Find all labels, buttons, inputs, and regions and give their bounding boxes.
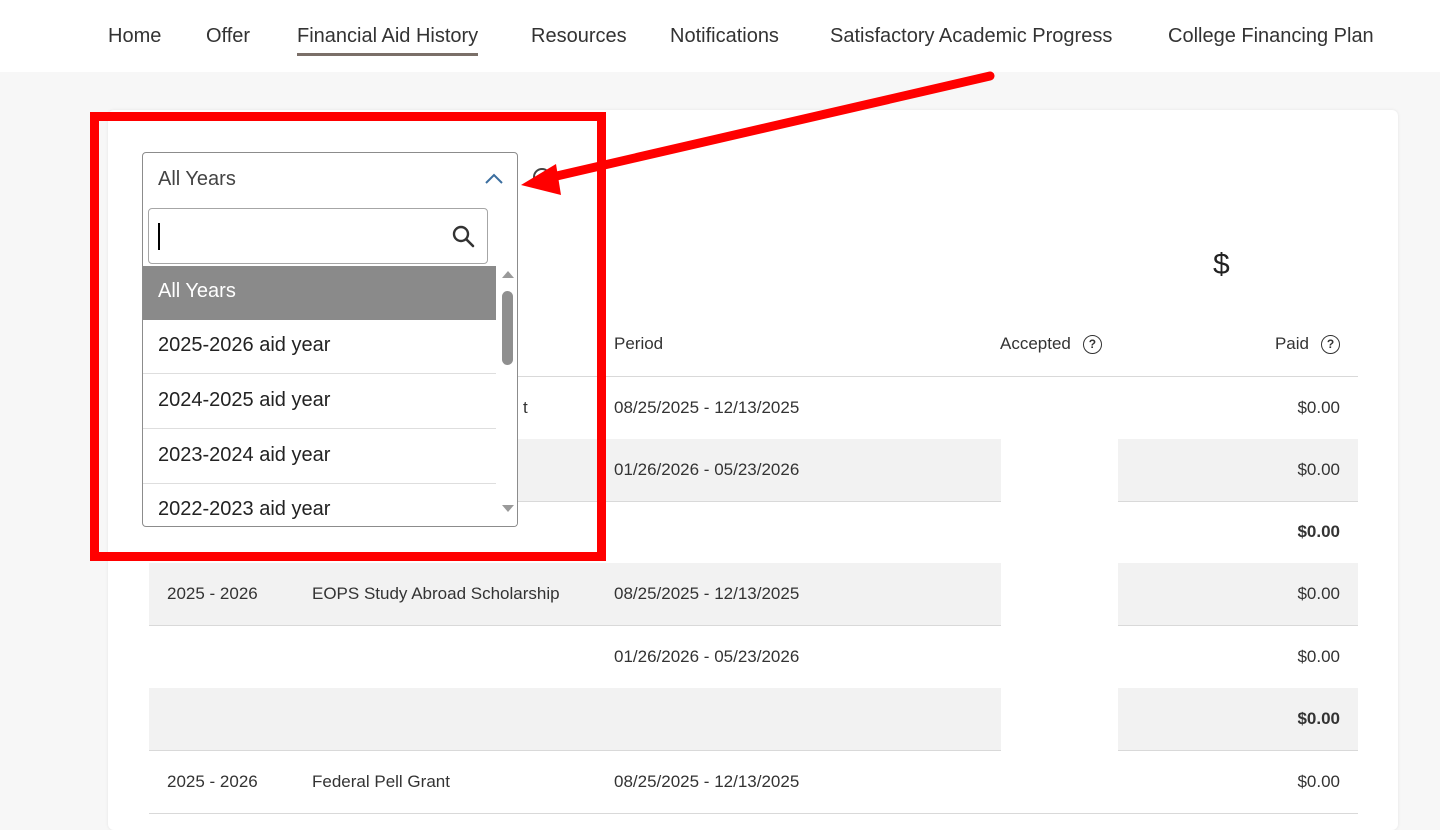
header-accepted-label: Accepted [1000, 334, 1071, 353]
text-caret [158, 223, 160, 250]
row-aid-name: Federal Pell Grant [312, 772, 450, 791]
header-accepted: Accepted? [1000, 334, 1102, 354]
option-2022-2023[interactable]: 2022-2023 aid year [143, 484, 496, 526]
nav-college-financing-plan[interactable]: College Financing Plan [1168, 22, 1374, 50]
row-period: 01/26/2026 - 05/23/2026 [614, 647, 800, 666]
accepted-column-blank [1001, 438, 1118, 808]
header-paid-label: Paid [1274, 334, 1309, 353]
table-row: 2025 - 2026 Federal Pell Grant 08/25/202… [149, 751, 1358, 814]
option-label: 2022-2023 aid year [158, 498, 331, 520]
nav-resources[interactable]: Resources [531, 22, 627, 50]
row-period: 01/26/2026 - 05/23/2026 [614, 460, 800, 479]
nav-offer[interactable]: Offer [206, 22, 250, 50]
row-aid-name: t [523, 398, 528, 417]
search-icon[interactable] [451, 224, 475, 248]
row-year: 2025 - 2026 [167, 772, 258, 791]
aid-year-listbox: All Years 2025-2026 aid year 2024-2025 a… [142, 207, 518, 527]
row-paid: $0.00 [1297, 460, 1340, 479]
aid-year-search-input[interactable] [161, 219, 445, 255]
row-period: 08/25/2025 - 12/13/2025 [614, 772, 800, 791]
help-circle-icon[interactable]: ? [1082, 335, 1102, 354]
option-label: 2024-2025 aid year [158, 389, 331, 411]
scroll-up-arrow-icon[interactable] [502, 271, 514, 278]
row-aid-name: EOPS Study Abroad Scholarship [312, 584, 560, 603]
row-paid-total: $0.00 [1297, 709, 1340, 728]
header-paid: Paid? [1275, 334, 1340, 354]
top-navigation: Home Offer Financial Aid History Resourc… [0, 0, 1440, 72]
help-circle-icon[interactable]: ? [1321, 335, 1340, 354]
option-label: 2025-2026 aid year [158, 334, 331, 356]
row-paid-total: $0.00 [1297, 522, 1340, 541]
option-2025-2026[interactable]: 2025-2026 aid year [143, 320, 496, 374]
aid-year-select-value: All Years [158, 168, 236, 190]
option-all-years[interactable]: All Years [143, 266, 496, 320]
row-paid: $0.00 [1297, 398, 1340, 417]
header-period: Period [614, 334, 664, 353]
aid-year-search[interactable] [148, 208, 488, 264]
row-paid: $0.00 [1297, 647, 1340, 666]
row-paid: $0.00 [1297, 584, 1340, 603]
aid-year-select[interactable]: All Years [142, 152, 518, 208]
total-amount-currency: $ [1213, 248, 1230, 281]
option-2024-2025[interactable]: 2024-2025 aid year [143, 375, 496, 429]
row-paid: $0.00 [1297, 772, 1340, 791]
chevron-up-icon[interactable] [484, 172, 504, 186]
nav-satisfactory-academic-progress[interactable]: Satisfactory Academic Progress [830, 22, 1112, 50]
table-row: 01/26/2026 - 05/23/2026 $0.00 [149, 626, 1358, 689]
nav-home[interactable]: Home [108, 22, 161, 50]
option-label: All Years [158, 280, 236, 302]
nav-notifications[interactable]: Notifications [670, 22, 779, 50]
table-row: 2025 - 2026 EOPS Study Abroad Scholarshi… [149, 563, 1358, 626]
nav-financial-aid-history[interactable]: Financial Aid History [297, 22, 479, 56]
row-year: 2025 - 2026 [167, 584, 258, 603]
row-period: 08/25/2025 - 12/13/2025 [614, 398, 800, 417]
option-label: 2023-2024 aid year [158, 444, 331, 466]
scroll-down-arrow-icon[interactable] [502, 505, 514, 512]
scrollbar-thumb[interactable] [502, 291, 513, 365]
option-2023-2024[interactable]: 2023-2024 aid year [143, 430, 496, 484]
row-period: 08/25/2025 - 12/13/2025 [614, 584, 800, 603]
help-circle-icon[interactable] [533, 168, 551, 186]
table-row-total: $0.00 [149, 688, 1358, 751]
listbox-scrollbar[interactable] [499, 265, 517, 526]
